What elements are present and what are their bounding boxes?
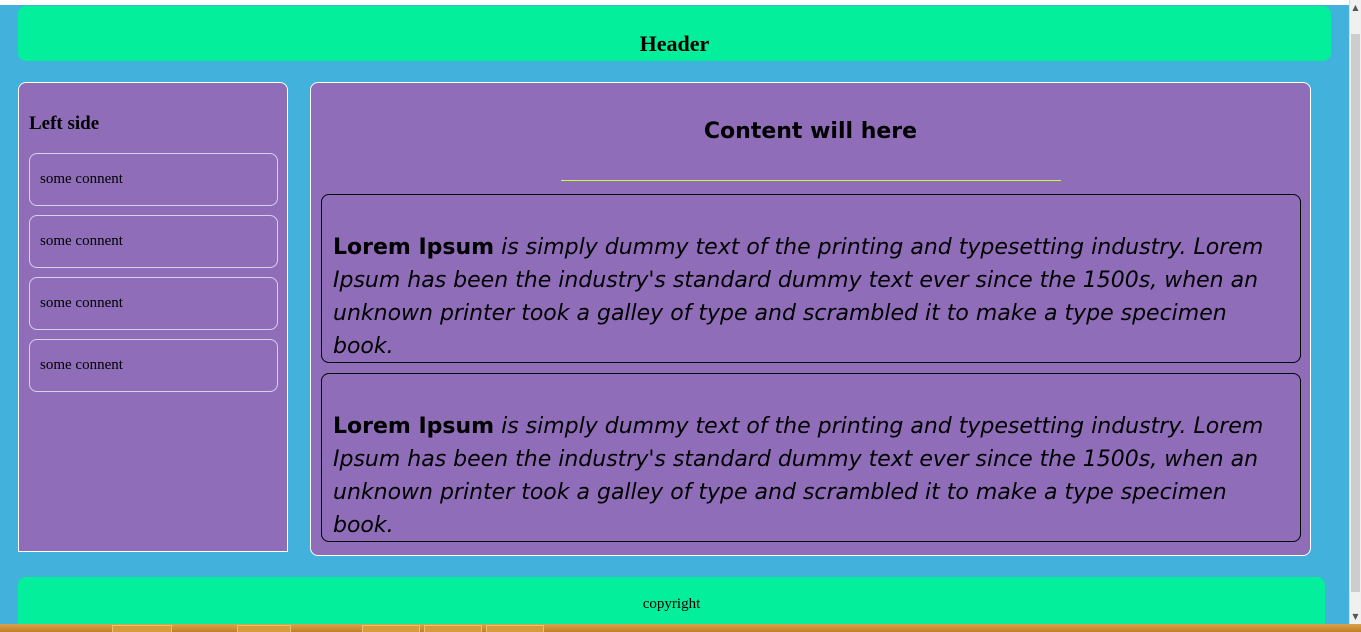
content-divider — [561, 180, 1061, 181]
page-header: Header — [18, 6, 1331, 61]
taskbar-button[interactable] — [112, 625, 172, 632]
left-sidebar: Left side some connent some connent some… — [18, 82, 288, 552]
taskbar-button[interactable] — [424, 625, 482, 632]
scroll-down-icon[interactable]: ▼ — [1350, 609, 1361, 624]
taskbar-button[interactable] — [486, 625, 544, 632]
content-title: Content will here — [703, 119, 918, 144]
content-card: Lorem Ipsum is simply dummy text of the … — [321, 373, 1301, 542]
scrollbar-thumb[interactable] — [1351, 34, 1360, 592]
sidebar-item[interactable]: some connent — [29, 215, 278, 268]
browser-top-strip — [0, 0, 1349, 5]
sidebar-item[interactable]: some connent — [29, 339, 278, 392]
taskbar-button[interactable] — [362, 625, 420, 632]
footer-copyright: copyright — [642, 596, 701, 612]
os-taskbar — [0, 624, 1361, 632]
card-bold-lead: Lorem Ipsum — [333, 414, 495, 439]
sidebar-item[interactable]: some connent — [29, 277, 278, 330]
scroll-up-icon[interactable]: ▲ — [1350, 0, 1361, 15]
card-bold-lead: Lorem Ipsum — [333, 235, 495, 260]
main-content: Content will here Lorem Ipsum is simply … — [310, 82, 1311, 556]
content-card: Lorem Ipsum is simply dummy text of the … — [321, 194, 1301, 363]
header-title: Header — [639, 30, 710, 56]
vertical-scrollbar[interactable]: ▲ ▼ — [1349, 0, 1361, 624]
left-sidebar-title: Left side — [29, 113, 100, 134]
sidebar-item[interactable]: some connent — [29, 153, 278, 206]
taskbar-button[interactable] — [237, 625, 291, 632]
